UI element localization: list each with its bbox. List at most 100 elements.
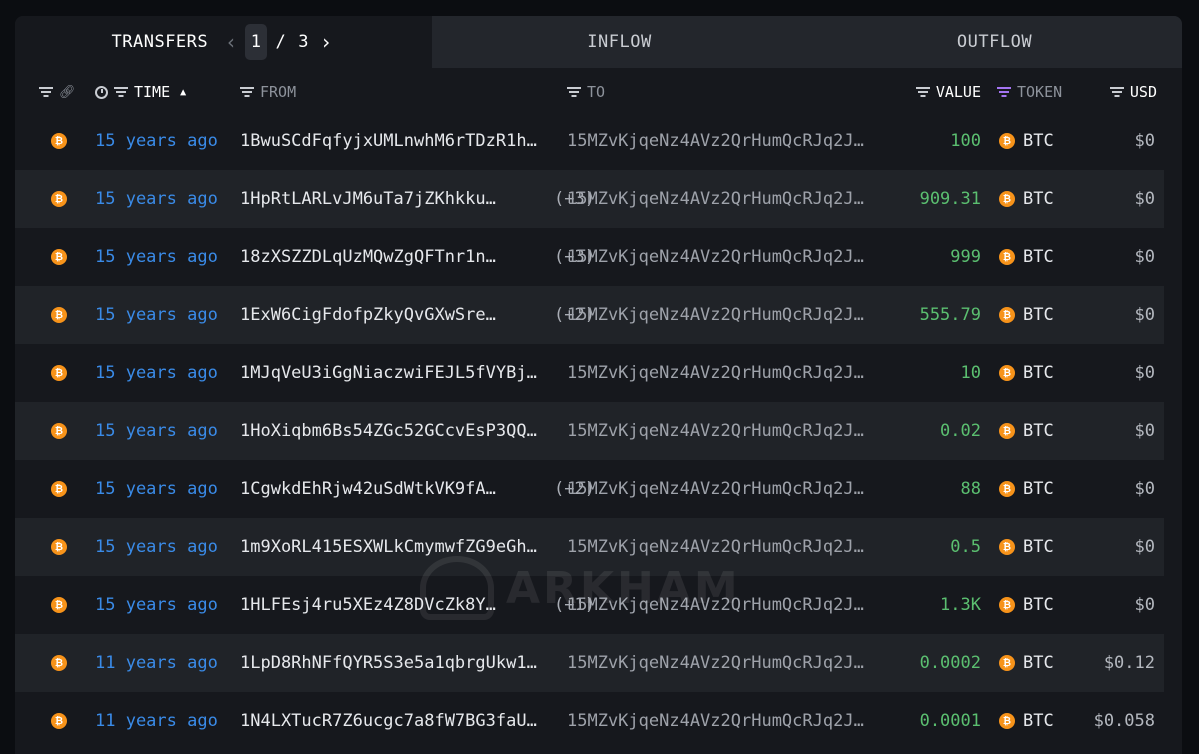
tab-outflow[interactable]: OUTFLOW bbox=[807, 16, 1182, 68]
row-time[interactable]: 15 years ago bbox=[95, 576, 218, 634]
row-token[interactable]: ₿ BTC bbox=[999, 344, 1054, 402]
row-time[interactable]: 15 years ago bbox=[95, 112, 218, 170]
row-time[interactable]: 15 years ago bbox=[95, 344, 218, 402]
row-from[interactable]: 1MJqVeU3iGgNiaczwiFEJL5fVYBj… bbox=[240, 344, 554, 402]
row-token[interactable]: ₿ BTC bbox=[999, 286, 1054, 344]
to-address[interactable]: 15MZvKjqeNz4AVz2QrHumQcRJq2J… bbox=[567, 653, 873, 673]
table-row[interactable]: ₿ 15 years ago 1MJqVeU3iGgNiaczwiFEJL5fV… bbox=[15, 344, 1164, 402]
row-time[interactable]: 15 years ago bbox=[95, 286, 218, 344]
to-address[interactable]: 15MZvKjqeNz4AVz2QrHumQcRJq2J… bbox=[567, 305, 873, 325]
row-token[interactable]: ₿ BTC bbox=[999, 692, 1054, 750]
row-from[interactable]: 1HpRtLARLvJM6uTa7jZKhkku… (+3) bbox=[240, 170, 595, 228]
filter-icon[interactable] bbox=[567, 87, 581, 97]
tab-transfers[interactable]: TRANSFERS ‹ 1 / 3 › bbox=[15, 16, 432, 68]
row-from[interactable]: 1CgwkdEhRjw42uSdWtkVK9fA… (+2) bbox=[240, 460, 595, 518]
table-row[interactable]: ₿ 15 years ago 1BwuSCdFqfyjxUMLnwhM6rTDz… bbox=[15, 112, 1164, 170]
row-token[interactable]: ₿ BTC bbox=[999, 112, 1054, 170]
to-address[interactable]: 15MZvKjqeNz4AVz2QrHumQcRJq2J… bbox=[567, 363, 873, 383]
link-icon[interactable]: 🔗︎ bbox=[59, 85, 76, 100]
from-address[interactable]: 1LpD8RhNFfQYR5S3e5a1qbrgUkw1… bbox=[240, 653, 546, 673]
header-token[interactable]: TOKEN bbox=[997, 68, 1062, 116]
header-usd[interactable]: USD bbox=[1095, 68, 1157, 116]
row-to[interactable]: 15MZvKjqeNz4AVz2QrHumQcRJq2J… bbox=[567, 692, 873, 750]
row-from[interactable]: 1HoXiqbm6Bs54ZGc52GCcvEsP3QQ… bbox=[240, 402, 554, 460]
row-token[interactable]: ₿ BTC bbox=[999, 576, 1054, 634]
from-address[interactable]: 1HLFEsj4ru5XEz4Z8DVcZk8Y… bbox=[240, 595, 546, 615]
row-time[interactable]: 11 years ago bbox=[95, 692, 218, 750]
from-address[interactable]: 1HoXiqbm6Bs54ZGc52GCcvEsP3QQ… bbox=[240, 421, 546, 441]
current-page[interactable]: 1 bbox=[244, 24, 268, 60]
row-token[interactable]: ₿ BTC bbox=[999, 402, 1054, 460]
row-to[interactable]: 15MZvKjqeNz4AVz2QrHumQcRJq2J… bbox=[567, 344, 873, 402]
row-to[interactable]: 15MZvKjqeNz4AVz2QrHumQcRJq2J… bbox=[567, 460, 873, 518]
header-to[interactable]: TO bbox=[567, 68, 605, 116]
from-address[interactable]: 18zXSZZDLqUzMQwZgQFTnr1n… bbox=[240, 247, 546, 267]
row-to[interactable]: 15MZvKjqeNz4AVz2QrHumQcRJq2J… bbox=[567, 228, 873, 286]
chevron-left-icon[interactable]: ‹ bbox=[222, 30, 241, 54]
to-address[interactable]: 15MZvKjqeNz4AVz2QrHumQcRJq2J… bbox=[567, 711, 873, 731]
from-address[interactable]: 1BwuSCdFqfyjxUMLnwhM6rTDzR1h… bbox=[240, 131, 546, 151]
from-address[interactable]: 1HpRtLARLvJM6uTa7jZKhkku… bbox=[240, 189, 546, 209]
row-token[interactable]: ₿ BTC bbox=[999, 170, 1054, 228]
to-address[interactable]: 15MZvKjqeNz4AVz2QrHumQcRJq2J… bbox=[567, 595, 873, 615]
from-address[interactable]: 1N4LXTucR7Z6ucgc7a8fW7BG3faU… bbox=[240, 711, 546, 731]
table-row[interactable]: ₿ 15 years ago 1HoXiqbm6Bs54ZGc52GCcvEsP… bbox=[15, 402, 1164, 460]
to-address[interactable]: 15MZvKjqeNz4AVz2QrHumQcRJq2J… bbox=[567, 479, 873, 499]
to-address[interactable]: 15MZvKjqeNz4AVz2QrHumQcRJq2J… bbox=[567, 421, 873, 441]
table-row[interactable]: ₿ 11 years ago 1LpD8RhNFfQYR5S3e5a1qbrgU… bbox=[15, 634, 1164, 692]
row-from[interactable]: 1N4LXTucR7Z6ucgc7a8fW7BG3faU… bbox=[240, 692, 554, 750]
table-row[interactable]: ₿ 15 years ago 1m9XoRL415ESXWLkCmymwfZG9… bbox=[15, 518, 1164, 576]
row-from[interactable]: 1BwuSCdFqfyjxUMLnwhM6rTDzR1h… bbox=[240, 112, 554, 170]
table-row[interactable]: ₿ 15 years ago 1ExW6CigFdofpZkyQvGXwSre…… bbox=[15, 286, 1164, 344]
row-time[interactable]: 15 years ago bbox=[95, 228, 218, 286]
row-to[interactable]: 15MZvKjqeNz4AVz2QrHumQcRJq2J… bbox=[567, 170, 873, 228]
header-value[interactable]: VALUE bbox=[895, 68, 981, 116]
row-token[interactable]: ₿ BTC bbox=[999, 634, 1054, 692]
row-time[interactable]: 15 years ago bbox=[95, 518, 218, 576]
from-address[interactable]: 1m9XoRL415ESXWLkCmymwfZG9eGh… bbox=[240, 537, 546, 557]
to-address[interactable]: 15MZvKjqeNz4AVz2QrHumQcRJq2J… bbox=[567, 131, 873, 151]
header-time[interactable]: TIME ▲ bbox=[95, 68, 186, 116]
row-to[interactable]: 15MZvKjqeNz4AVz2QrHumQcRJq2J… bbox=[567, 286, 873, 344]
row-token[interactable]: ₿ BTC bbox=[999, 460, 1054, 518]
row-token[interactable]: ₿ BTC bbox=[999, 228, 1054, 286]
table-row[interactable]: ₿ 15 years ago 1HpRtLARLvJM6uTa7jZKhkku…… bbox=[15, 170, 1164, 228]
filter-icon[interactable] bbox=[1109, 87, 1124, 97]
table-row[interactable]: ₿ 11 years ago 1N4LXTucR7Z6ucgc7a8fW7BG3… bbox=[15, 692, 1164, 750]
filter-icon[interactable] bbox=[997, 87, 1011, 97]
from-address[interactable]: 1MJqVeU3iGgNiaczwiFEJL5fVYBj… bbox=[240, 363, 546, 383]
table-row[interactable]: ₿ 15 years ago 1CgwkdEhRjw42uSdWtkVK9fA…… bbox=[15, 460, 1164, 518]
row-from[interactable]: 18zXSZZDLqUzMQwZgQFTnr1n… (+3) bbox=[240, 228, 595, 286]
row-to[interactable]: 15MZvKjqeNz4AVz2QrHumQcRJq2J… bbox=[567, 576, 873, 634]
filter-icon[interactable] bbox=[915, 87, 930, 97]
from-address[interactable]: 1CgwkdEhRjw42uSdWtkVK9fA… bbox=[240, 479, 546, 499]
row-from[interactable]: 1LpD8RhNFfQYR5S3e5a1qbrgUkw1… bbox=[240, 634, 554, 692]
row-time[interactable]: 11 years ago bbox=[95, 634, 218, 692]
table-row[interactable]: ₿ 15 years ago 18zXSZZDLqUzMQwZgQFTnr1n…… bbox=[15, 228, 1164, 286]
to-address[interactable]: 15MZvKjqeNz4AVz2QrHumQcRJq2J… bbox=[567, 189, 873, 209]
row-to[interactable]: 15MZvKjqeNz4AVz2QrHumQcRJq2J… bbox=[567, 402, 873, 460]
filter-icon[interactable] bbox=[240, 87, 254, 97]
table-row[interactable]: ₿ 15 years ago 1HLFEsj4ru5XEz4Z8DVcZk8Y…… bbox=[15, 576, 1164, 634]
filter-icon[interactable] bbox=[39, 87, 53, 97]
row-to[interactable]: 15MZvKjqeNz4AVz2QrHumQcRJq2J… bbox=[567, 112, 873, 170]
row-to[interactable]: 15MZvKjqeNz4AVz2QrHumQcRJq2J… bbox=[567, 634, 873, 692]
chevron-right-icon[interactable]: › bbox=[317, 30, 336, 54]
row-from[interactable]: 1ExW6CigFdofpZkyQvGXwSre… (+2) bbox=[240, 286, 595, 344]
row-from[interactable]: 1HLFEsj4ru5XEz4Z8DVcZk8Y… (+1) bbox=[240, 576, 595, 634]
row-time[interactable]: 15 years ago bbox=[95, 170, 218, 228]
header-from[interactable]: FROM bbox=[240, 68, 296, 116]
tab-inflow[interactable]: INFLOW bbox=[432, 16, 807, 68]
from-address[interactable]: 1ExW6CigFdofpZkyQvGXwSre… bbox=[240, 305, 546, 325]
row-token[interactable]: ₿ BTC bbox=[999, 518, 1054, 576]
sort-asc-icon[interactable]: ▲ bbox=[180, 87, 186, 98]
row-to[interactable]: 15MZvKjqeNz4AVz2QrHumQcRJq2J… bbox=[567, 518, 873, 576]
filter-icon[interactable] bbox=[114, 87, 128, 97]
row-time[interactable]: 15 years ago bbox=[95, 402, 218, 460]
header-icon-filter[interactable]: 🔗︎ bbox=[39, 68, 76, 116]
row-time[interactable]: 15 years ago bbox=[95, 460, 218, 518]
to-address[interactable]: 15MZvKjqeNz4AVz2QrHumQcRJq2J… bbox=[567, 537, 873, 557]
row-from[interactable]: 1m9XoRL415ESXWLkCmymwfZG9eGh… bbox=[240, 518, 554, 576]
to-address[interactable]: 15MZvKjqeNz4AVz2QrHumQcRJq2J… bbox=[567, 247, 873, 267]
row-usd: $0 bbox=[1134, 305, 1155, 325]
